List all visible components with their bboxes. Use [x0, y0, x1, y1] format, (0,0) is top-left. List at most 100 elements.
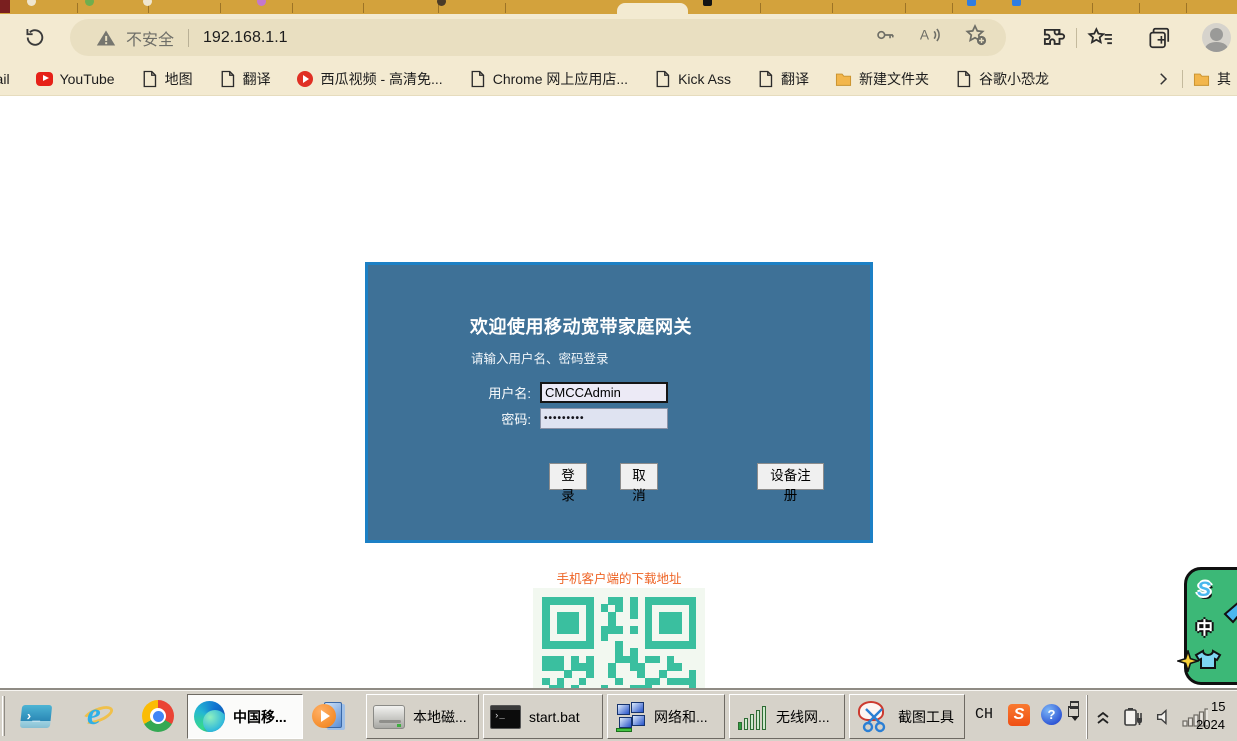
- toolbar-separator: [1076, 27, 1077, 48]
- sogou-logo-letter: S: [1197, 578, 1212, 601]
- taskbar-snipping-tool-window[interactable]: 截图工具: [849, 694, 965, 739]
- media-player-icon[interactable]: [312, 699, 346, 733]
- bookmark-label: YouTube: [59, 70, 115, 87]
- tab-separator: [832, 3, 833, 13]
- taskbar-wireless-window[interactable]: 无线网...: [729, 694, 845, 739]
- page-icon: [654, 70, 671, 87]
- collections-icon[interactable]: [1146, 25, 1172, 51]
- sparkle-icon: [1175, 648, 1201, 677]
- page-icon: [219, 70, 236, 87]
- bookmark-item[interactable]: 谷歌小恐龙: [955, 69, 1049, 89]
- favorites-icon[interactable]: [1087, 25, 1114, 51]
- tab-favicon[interactable]: [437, 0, 446, 6]
- tab-separator: [905, 3, 906, 13]
- bookmarks-bar: Gmail YouTube 地图 翻译 西瓜视频 - 高清免... Chrome 网上应用…: [0, 62, 1237, 96]
- tab-separator: [77, 3, 78, 13]
- power-battery-icon[interactable]: [1120, 704, 1146, 730]
- tab-favicon[interactable]: [967, 0, 976, 6]
- powershell-icon[interactable]: ›_: [19, 699, 53, 733]
- bookmarks-overflow-chevron-icon[interactable]: [1154, 70, 1172, 88]
- read-aloud-icon[interactable]: A: [918, 24, 942, 51]
- login-button[interactable]: 登录: [549, 463, 587, 503]
- other-favorites-folder[interactable]: 其: [1193, 69, 1231, 89]
- help-tray-icon[interactable]: ?: [1041, 704, 1062, 725]
- page-icon: [955, 70, 972, 87]
- show-hidden-icons-chevron[interactable]: [1096, 708, 1110, 726]
- password-key-icon[interactable]: [874, 24, 896, 51]
- bookmark-item[interactable]: Kick Ass: [654, 70, 731, 87]
- task-button-label: 中国移...: [233, 708, 287, 725]
- bookmark-item[interactable]: 新建文件夹: [835, 69, 929, 89]
- bookmark-item[interactable]: 西瓜视频 - 高清免...: [297, 69, 443, 89]
- sogou-ime-widget[interactable]: S 中: [1175, 567, 1237, 685]
- taskbar-local-disk-window[interactable]: 本地磁...: [366, 694, 479, 739]
- address-bar[interactable]: 不安全 192.168.1.1 A: [70, 19, 1006, 56]
- bookmark-item[interactable]: YouTube: [35, 70, 115, 87]
- tab-separator: [505, 3, 506, 13]
- bookmark-item[interactable]: 翻译: [219, 69, 271, 89]
- tab-favicon[interactable]: [143, 0, 152, 6]
- tab-separator: [1092, 3, 1093, 13]
- tab-favicon[interactable]: [27, 0, 36, 6]
- qr-code-card: [533, 588, 705, 690]
- sogou-tray-icon[interactable]: S: [1008, 704, 1030, 726]
- bookmark-item[interactable]: 地图: [141, 69, 193, 89]
- task-button-label: 截图工具: [898, 708, 954, 725]
- tab-separator: [363, 3, 364, 13]
- security-label[interactable]: 不安全: [126, 26, 174, 50]
- tab-favicon[interactable]: [85, 0, 94, 6]
- device-register-button[interactable]: 设备注册: [757, 463, 824, 503]
- password-input[interactable]: [540, 408, 668, 429]
- add-favorite-icon[interactable]: [964, 23, 988, 52]
- profile-avatar[interactable]: [1202, 23, 1231, 52]
- not-secure-warning-icon[interactable]: [96, 28, 116, 48]
- address-divider: [188, 28, 190, 47]
- bookmark-label: Kick Ass: [678, 70, 731, 87]
- language-indicator[interactable]: CH: [975, 706, 993, 723]
- task-button-label: start.bat: [529, 708, 580, 725]
- login-title: 欢迎使用移动宽带家庭网关: [470, 317, 692, 337]
- bookmark-label: Gmail: [0, 70, 10, 87]
- clock[interactable]: 15 2024: [1196, 698, 1225, 734]
- router-login-panel: 欢迎使用移动宽带家庭网关 请输入用户名、密码登录 用户名: 密码: 登录 取消 …: [365, 262, 873, 543]
- tab-separator: [220, 3, 221, 13]
- tab-favicon[interactable]: [257, 0, 266, 6]
- clock-date: 2024: [1196, 717, 1225, 732]
- extensions-icon[interactable]: [1040, 25, 1066, 51]
- browser-tab-strip[interactable]: [0, 0, 1237, 14]
- internet-explorer-icon[interactable]: e: [80, 696, 116, 733]
- active-tab[interactable]: [617, 3, 688, 14]
- bookmark-item[interactable]: 翻译: [757, 69, 809, 89]
- cancel-button[interactable]: 取消: [620, 463, 658, 503]
- tab-separator: [1139, 3, 1140, 13]
- login-subtitle: 请输入用户名、密码登录: [471, 352, 609, 366]
- tab-separator: [1186, 3, 1187, 13]
- tab-separator: [760, 3, 761, 13]
- url-text[interactable]: 192.168.1.1: [203, 29, 288, 47]
- task-button-label: 网络和...: [654, 708, 708, 725]
- tab-favicon[interactable]: [1012, 0, 1021, 6]
- username-label: 用户名:: [488, 386, 531, 401]
- username-input[interactable]: [540, 382, 668, 403]
- folder-icon: [1193, 70, 1210, 87]
- bookmark-label: 翻译: [242, 70, 271, 87]
- ime-mascot-pen-icon: [1223, 600, 1237, 635]
- page-icon: [757, 70, 774, 87]
- xigua-video-icon: [297, 70, 314, 87]
- bookmark-label: 谷歌小恐龙: [978, 70, 1049, 87]
- volume-icon[interactable]: [1154, 706, 1176, 728]
- bookmark-label: 西瓜视频 - 高清免...: [320, 70, 443, 87]
- chrome-icon[interactable]: [141, 699, 175, 733]
- taskbar-network-window[interactable]: 网络和...: [607, 694, 725, 739]
- bookmark-item[interactable]: Gmail: [0, 71, 10, 87]
- bookmarks-separator: [1182, 69, 1183, 88]
- tab-favicon[interactable]: [703, 0, 712, 6]
- bookmark-item[interactable]: Chrome 网上应用店...: [469, 69, 628, 89]
- taskbar-edge-window[interactable]: 中国移...: [187, 694, 303, 739]
- taskbar-startbat-window[interactable]: start.bat: [483, 694, 603, 739]
- ime-mode-indicator[interactable]: 中: [1196, 614, 1213, 639]
- task-button-label: 本地磁...: [413, 708, 467, 725]
- reload-icon[interactable]: [22, 25, 47, 50]
- toolbar-expand-icon[interactable]: [1068, 701, 1082, 727]
- taskbar-grip[interactable]: [2, 696, 5, 736]
